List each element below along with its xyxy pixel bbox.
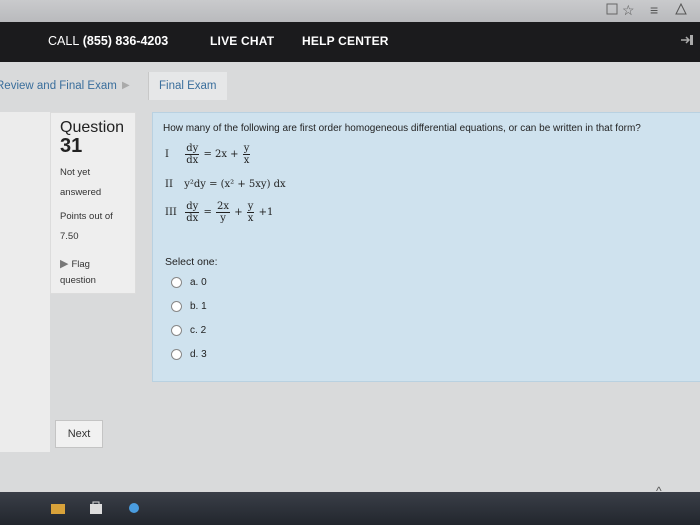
next-button[interactable]: Next <box>55 420 103 448</box>
radio-b[interactable] <box>171 301 182 312</box>
eq3-dx: dx <box>186 213 199 224</box>
eq3-x: x <box>247 213 254 224</box>
left-gutter <box>0 112 50 452</box>
status-line-1: Not yet <box>60 167 91 178</box>
browser-toolbar: ☆ ≡ <box>0 0 700 22</box>
eq2-expr: y²dy = (x² + 5xy) dx <box>184 179 286 190</box>
equation-1: I dy dx = 2x + yx <box>165 143 251 166</box>
live-chat-link[interactable]: LIVE CHAT <box>210 34 274 48</box>
eq1-dy: dy <box>185 143 200 155</box>
points-label: Points out of <box>60 211 113 222</box>
sign-out-icon[interactable] <box>680 34 694 49</box>
flag-question-button[interactable]: ▶ Flag <box>60 257 90 270</box>
flag-label: Flag <box>71 259 90 270</box>
eq3-dy: dy <box>185 201 200 213</box>
eq1-mid: = 2x + <box>203 149 239 160</box>
eq1-x: x <box>243 155 250 166</box>
question-panel: How many of the following are first orde… <box>152 112 700 382</box>
option-b[interactable]: b. 1 <box>171 301 207 312</box>
option-a-value: 0 <box>201 277 207 289</box>
phone-number: (855) 836-4203 <box>82 34 169 48</box>
equation-2: II y²dy = (x² + 5xy) dx <box>165 179 286 190</box>
option-a-letter: a. <box>190 277 199 289</box>
breadcrumb-item-final-exam[interactable]: Final Exam <box>148 72 227 100</box>
equation-2-roman: II <box>165 179 173 190</box>
option-a[interactable]: a. 0 <box>171 277 207 288</box>
breadcrumb: Review and Final Exam ▶ Final Exam <box>0 70 700 106</box>
call-label: CALL <box>48 34 80 48</box>
eq3-y: y <box>220 213 226 224</box>
breadcrumb-item-review[interactable]: Review and Final Exam <box>0 80 117 92</box>
radio-c[interactable] <box>171 325 182 336</box>
star-icon[interactable]: ☆ <box>622 2 635 19</box>
bookmark-icon[interactable] <box>606 2 618 18</box>
option-d[interactable]: d. 3 <box>171 349 207 360</box>
phone-contact[interactable]: CALL (855) 836-4203 <box>48 34 168 48</box>
radio-d[interactable] <box>171 349 182 360</box>
store-icon[interactable] <box>88 500 104 516</box>
taskbar <box>0 492 700 525</box>
site-header: CALL (855) 836-4203 LIVE CHAT HELP CENTE… <box>0 22 700 62</box>
eq3-2x: 2x <box>216 201 231 213</box>
points-value: 7.50 <box>60 231 79 242</box>
option-c[interactable]: c. 2 <box>171 325 206 336</box>
eq3-tail: +1 <box>258 207 274 218</box>
eq3-equals: = <box>203 207 212 218</box>
option-c-letter: c. <box>190 325 198 337</box>
file-explorer-icon[interactable] <box>50 500 66 516</box>
app-icon[interactable] <box>126 500 142 516</box>
equation-1-roman: I <box>165 149 169 160</box>
equation-3-roman: III <box>165 207 177 218</box>
eq1-y: y <box>242 143 251 155</box>
option-d-letter: d. <box>190 349 199 361</box>
question-number: 31 <box>60 135 83 157</box>
question-info-panel: Question 31 Not yet answered Points out … <box>50 112 136 294</box>
question-text: How many of the following are first orde… <box>163 123 641 134</box>
flag-icon: ▶ <box>60 258 69 270</box>
breadcrumb-separator-icon: ▶ <box>122 80 130 91</box>
option-d-value: 3 <box>201 349 207 361</box>
eq3-y2: y <box>246 201 255 213</box>
help-center-link[interactable]: HELP CENTER <box>302 34 389 48</box>
menu-icon[interactable]: ≡ <box>650 2 658 18</box>
equation-3: III dy dx = 2x y + yx +1 <box>165 201 273 224</box>
eq1-dx: dx <box>186 155 199 166</box>
status-line-2: answered <box>60 187 102 198</box>
option-b-letter: b. <box>190 301 199 313</box>
select-one-label: Select one: <box>165 256 218 268</box>
extension-icon[interactable] <box>674 2 688 19</box>
eq3-plus: + <box>234 207 243 218</box>
flag-question-label[interactable]: question <box>60 275 96 286</box>
option-b-value: 1 <box>201 301 207 313</box>
radio-a[interactable] <box>171 277 182 288</box>
option-c-value: 2 <box>200 325 207 337</box>
